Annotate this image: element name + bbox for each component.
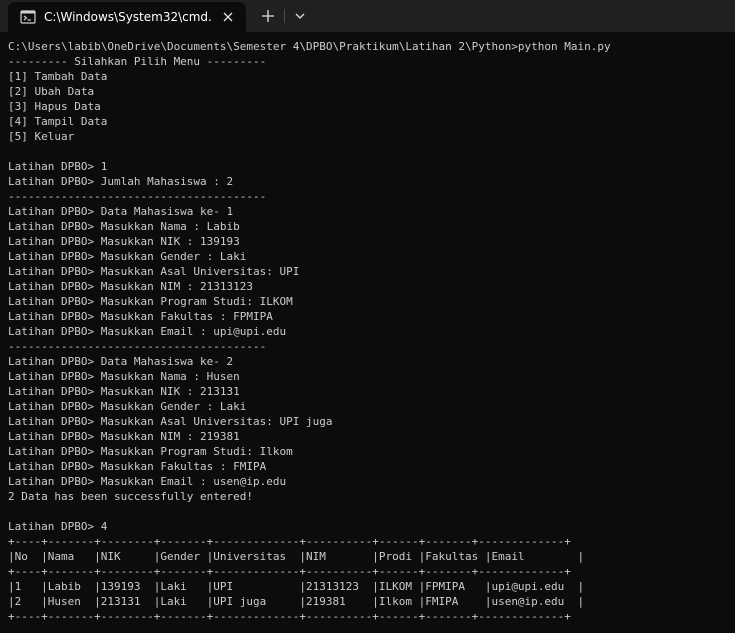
console-line: Latihan DPBO> Masukkan Asal Universitas:… [8,265,300,278]
console-line: --------------------------------------- [8,340,267,353]
console-line: Latihan DPBO> Masukkan NIK : 139193 [8,235,240,248]
console-line: --------------------------------------- [8,190,267,203]
console-line: Latihan DPBO> Masukkan Nama : Husen [8,370,240,383]
console-line: +----+-------+--------+-------+---------… [8,535,571,548]
console-line: [5] Keluar [8,130,75,143]
console-line: Latihan DPBO> Data Mahasiswa ke- 2 [8,355,234,368]
console-line: Latihan DPBO> Masukkan Gender : Laki [8,250,247,263]
console-line: Latihan DPBO> 1 [8,160,108,173]
console-line: Latihan DPBO> Masukkan Nama : Labib [8,220,240,233]
console-line: Latihan DPBO> Masukkan NIM : 21313123 [8,280,254,293]
console-line: +----+-------+--------+-------+---------… [8,610,571,623]
console-line: Latihan DPBO> Masukkan Program Studi: IL… [8,295,293,308]
console-line: |1 |Labib |139193 |Laki |UPI |21313123 |… [8,580,585,593]
console-line: --------- Silahkan Pilih Menu --------- [8,55,267,68]
console-line: Latihan DPBO> Jumlah Mahasiswa : 2 [8,175,234,188]
terminal-icon [20,10,36,24]
toolbar-divider [284,9,285,23]
terminal-window: C:\Windows\System32\cmd.e C:\Users\labib… [0,0,735,633]
console-line: Latihan DPBO> Masukkan Asal Universitas:… [8,415,333,428]
console-line: |No |Nama |NIK |Gender |Universitas |NIM… [8,550,585,563]
console-line: Latihan DPBO> Masukkan NIM : 219381 [8,430,240,443]
console-line: Latihan DPBO> Masukkan Email : usen@ip.e… [8,475,287,488]
tab-title: C:\Windows\System32\cmd.e [44,10,212,24]
chevron-down-icon[interactable] [290,6,310,26]
console-output[interactable]: C:\Users\labib\OneDrive\Documents\Semest… [8,39,730,624]
console-line: Latihan DPBO> Masukkan NIK : 213131 [8,385,240,398]
console-line: |2 |Husen |213131 |Laki |UPI juga |21938… [8,595,585,608]
console-line: Latihan DPBO> Masukkan Email : upi@upi.e… [8,325,287,338]
console-line: Latihan DPBO> Data Mahasiswa ke- 1 [8,205,234,218]
console-line: +----+-------+--------+-------+---------… [8,565,571,578]
console-line: Latihan DPBO> 4 [8,520,108,533]
plus-icon[interactable] [258,6,278,26]
console-line: C:\Users\labib\OneDrive\Documents\Semest… [8,40,611,53]
console-line: Latihan DPBO> Masukkan Fakultas : FPMIPA [8,310,273,323]
console-line: Latihan DPBO> Masukkan Fakultas : FMIPA [8,460,267,473]
close-icon[interactable] [220,9,236,25]
console-line: [1] Tambah Data [8,70,108,83]
console-line: Latihan DPBO> Masukkan Program Studi: Il… [8,445,293,458]
console-line: [2] Ubah Data [8,85,95,98]
title-bar: C:\Windows\System32\cmd.e [0,0,735,32]
tab-cmd[interactable]: C:\Windows\System32\cmd.e [8,2,246,32]
console-line: Latihan DPBO> Masukkan Gender : Laki [8,400,247,413]
console-line: [4] Tampil Data [8,115,108,128]
console-line: [3] Hapus Data [8,100,101,113]
console-line: 2 Data has been successfully entered! [8,490,254,503]
